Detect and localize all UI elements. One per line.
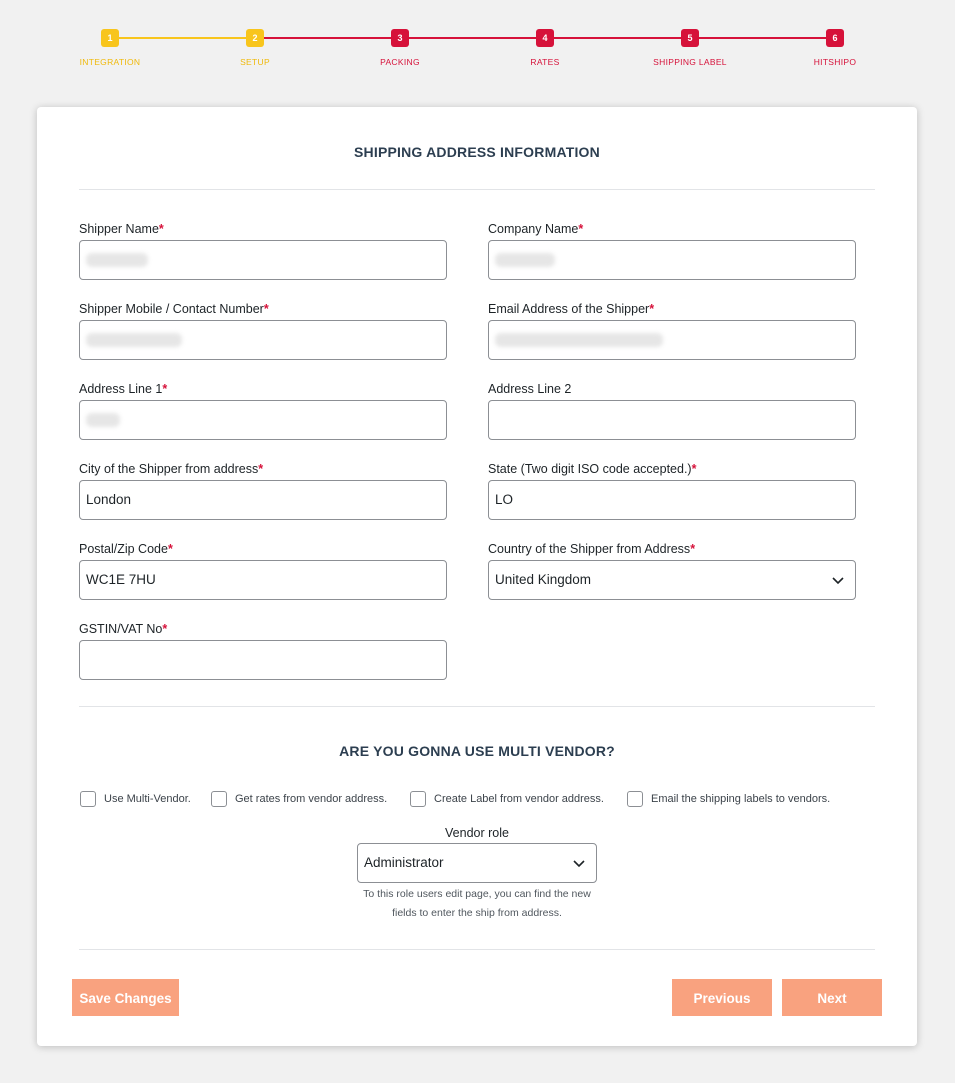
required-marker: * [578,222,584,236]
country-select[interactable]: United Kingdom [488,560,856,600]
city-input[interactable]: London [79,480,447,520]
postal-code-field: Postal/Zip Code* WC1E 7HU [79,541,447,600]
redacted-value [495,253,555,267]
step-label: SETUP [240,57,270,67]
address-line-2-input[interactable] [488,400,856,440]
shipper-mobile-field: Shipper Mobile / Contact Number* [79,301,447,360]
state-field: State (Two digit ISO code accepted.)* LO [488,461,856,520]
shipper-mobile-input[interactable] [79,320,447,360]
settings-card: SHIPPING ADDRESS INFORMATION Shipper Nam… [37,107,917,1046]
required-marker: * [162,622,168,636]
step-number: 2 [246,29,264,47]
email-labels-option[interactable]: Email the shipping labels to vendors. [627,791,830,807]
postal-code-input[interactable]: WC1E 7HU [79,560,447,600]
vendor-rates-option[interactable]: Get rates from vendor address. [211,791,387,807]
step-integration[interactable]: 1 INTEGRATION [50,29,170,67]
required-marker: * [258,462,264,476]
state-label: State (Two digit ISO code accepted.) [488,462,692,476]
state-input[interactable]: LO [488,480,856,520]
address-line-1-label: Address Line 1 [79,382,163,396]
company-name-label: Company Name [488,222,579,236]
required-marker: * [649,302,655,316]
step-setup[interactable]: 2 SETUP [195,29,315,67]
save-changes-button[interactable]: Save Changes [72,979,179,1016]
step-number: 5 [681,29,699,47]
divider [79,949,875,950]
divider [79,706,875,707]
address-line-1-field: Address Line 1* [79,381,447,440]
shipping-address-title: SHIPPING ADDRESS INFORMATION [354,144,600,160]
country-value: United Kingdom [495,572,592,587]
shipper-mobile-label: Shipper Mobile / Contact Number [79,302,264,316]
checkbox-label: Use Multi-Vendor. [104,793,191,805]
use-multi-vendor-checkbox[interactable] [80,791,96,807]
vendor-label-checkbox[interactable] [410,791,426,807]
company-name-input[interactable] [488,240,856,280]
checkbox-label: Email the shipping labels to vendors. [651,793,831,805]
step-number: 3 [391,29,409,47]
previous-button[interactable]: Previous [672,979,772,1016]
company-name-field: Company Name* [488,221,856,280]
setup-stepper: 1 INTEGRATION 2 SETUP 3 PACKING 4 RATES … [0,0,955,80]
help-text-line: To this role users edit page, you can fi… [363,888,591,900]
address-line-1-input[interactable] [79,400,447,440]
multi-vendor-title: ARE YOU GONNA USE MULTI VENDOR? [339,743,615,759]
shipper-email-field: Email Address of the Shipper* [488,301,856,360]
required-marker: * [158,222,164,236]
divider [79,189,875,190]
step-rates[interactable]: 4 RATES [485,29,605,67]
redacted-value [495,333,663,347]
required-marker: * [690,542,696,556]
vendor-role-label: Vendor role [445,826,509,840]
shipper-email-label: Email Address of the Shipper [488,302,650,316]
vendor-role-help: To this role users edit page, you can fi… [37,885,917,923]
redacted-value [86,333,182,347]
multi-vendor-options: Use Multi-Vendor. Get rates from vendor … [80,791,900,811]
help-text-line: fields to enter the ship from address. [392,907,562,919]
required-marker: * [691,462,697,476]
gstin-vat-input[interactable] [79,640,447,680]
gstin-vat-label: GSTIN/VAT No [79,622,163,636]
email-labels-checkbox[interactable] [627,791,643,807]
step-label: INTEGRATION [79,57,141,67]
required-marker: * [162,382,168,396]
checkbox-label: Create Label from vendor address. [434,793,604,805]
use-multi-vendor-option[interactable]: Use Multi-Vendor. [80,791,191,807]
step-label: HITSHIPO [813,57,857,67]
country-label: Country of the Shipper from Address [488,542,691,556]
step-label: PACKING [380,57,420,67]
shipper-email-input[interactable] [488,320,856,360]
step-packing[interactable]: 3 PACKING [340,29,460,67]
step-label: SHIPPING LABEL [653,57,727,67]
chevron-down-icon [573,860,585,868]
address-line-2-label: Address Line 2 [488,382,572,396]
redacted-value [86,413,120,427]
address-line-2-field: Address Line 2 [488,381,856,440]
step-number: 4 [536,29,554,47]
vendor-label-option[interactable]: Create Label from vendor address. [410,791,604,807]
city-label: City of the Shipper from address [79,462,259,476]
vendor-role-group: Vendor role Administrator [37,826,917,883]
next-button[interactable]: Next [782,979,882,1016]
step-number: 6 [826,29,844,47]
postal-code-label: Postal/Zip Code [79,542,168,556]
required-marker: * [167,542,173,556]
shipper-name-input[interactable] [79,240,447,280]
chevron-down-icon [832,577,844,585]
shipper-name-label: Shipper Name [79,222,159,236]
step-number: 1 [101,29,119,47]
vendor-rates-checkbox[interactable] [211,791,227,807]
redacted-value [86,253,148,267]
checkbox-label: Get rates from vendor address. [235,793,388,805]
shipper-name-field: Shipper Name* [79,221,447,280]
gstin-vat-field: GSTIN/VAT No* [79,621,447,680]
step-label: RATES [530,57,560,67]
step-shipping-label[interactable]: 5 SHIPPING LABEL [630,29,750,67]
required-marker: * [263,302,269,316]
step-hitshipo[interactable]: 6 HITSHIPO [775,29,895,67]
vendor-role-select[interactable]: Administrator [357,843,597,883]
vendor-role-value: Administrator [364,855,444,870]
country-field: Country of the Shipper from Address* Uni… [488,541,856,600]
city-field: City of the Shipper from address* London [79,461,447,520]
